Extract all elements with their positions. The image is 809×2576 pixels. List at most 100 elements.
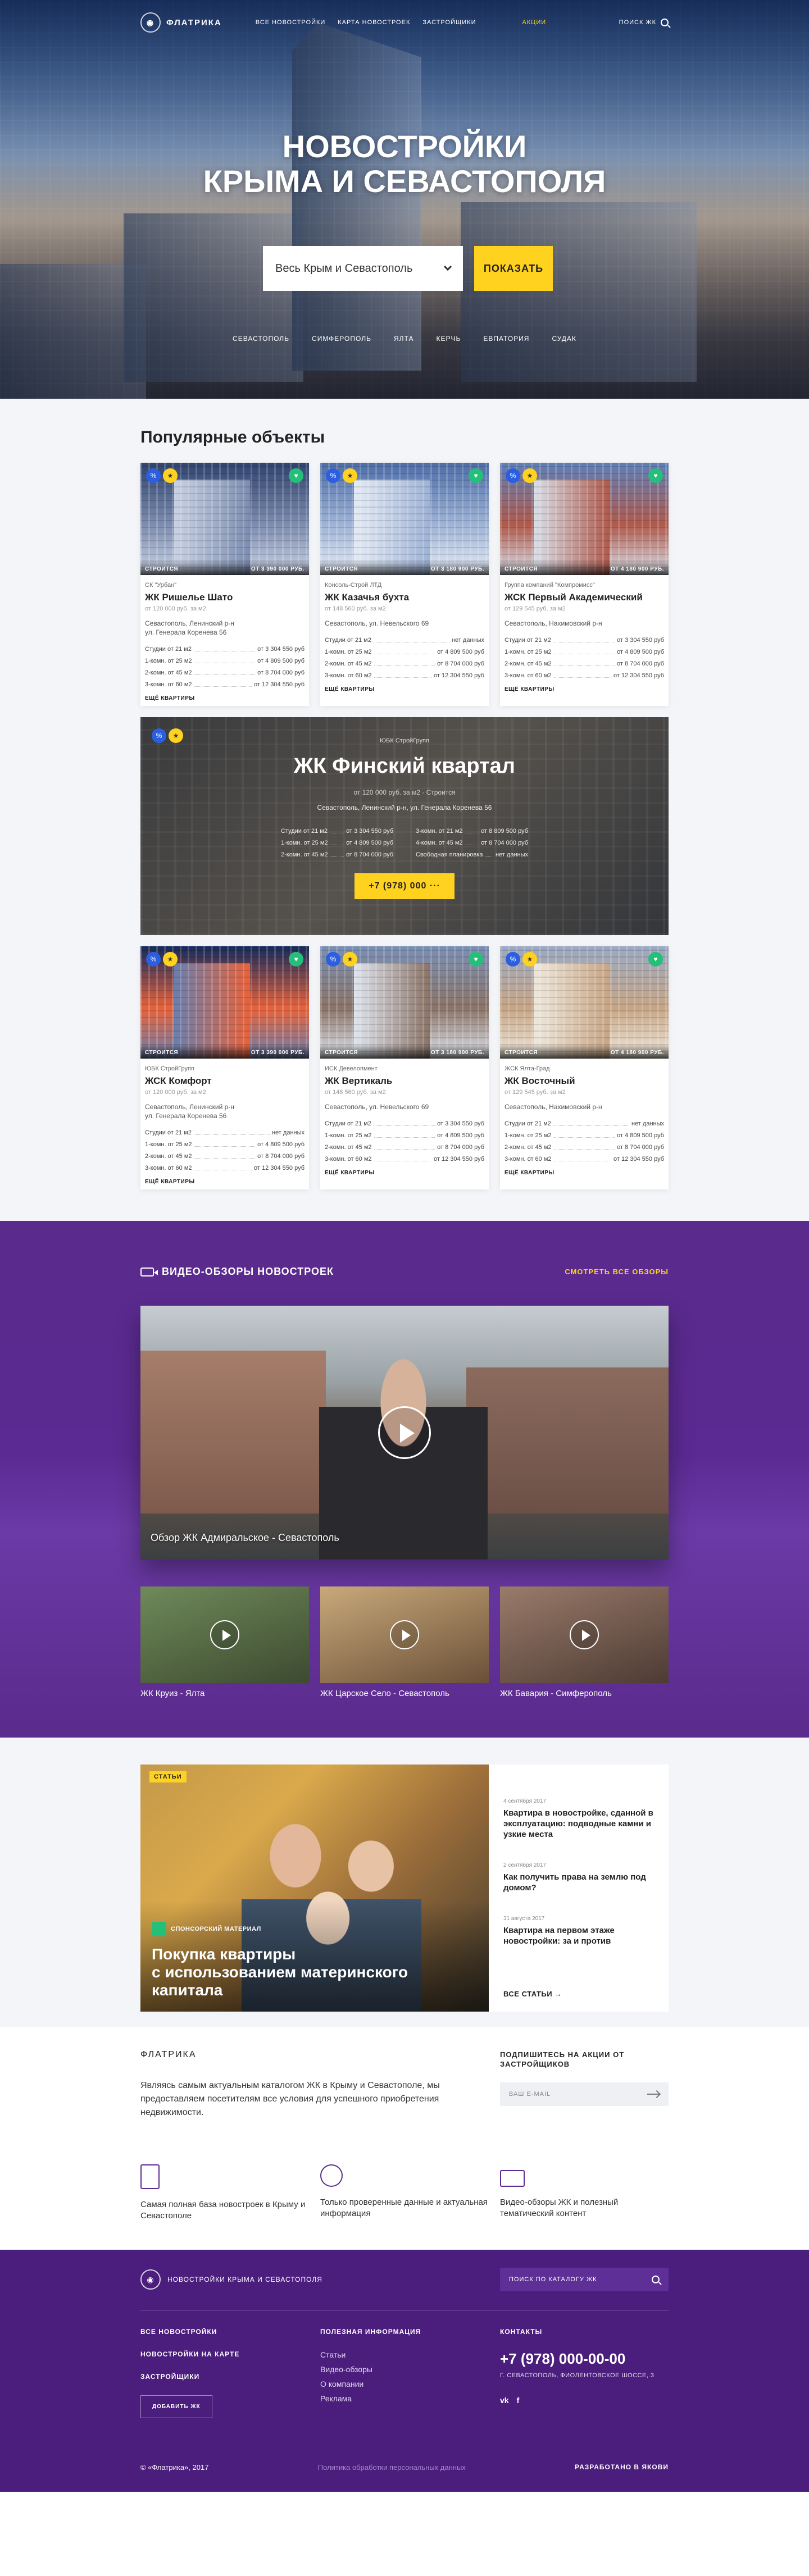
article-title[interactable]: Как получить права на землю под домом?	[503, 1872, 654, 1893]
nav-developers[interactable]: ЗАСТРОЙЩИКИ	[422, 19, 476, 26]
feature-text: Самая полная база новостроек в Крыму и С…	[140, 2200, 306, 2221]
city-link[interactable]: ЯЛТА	[394, 335, 413, 343]
heart-icon[interactable]: ♥	[289, 952, 303, 966]
more-apartments-link[interactable]: ЕЩЁ КВАРТИРЫ	[145, 695, 304, 701]
article-title[interactable]: Квартира в новостройке, сданной в эксплу…	[503, 1808, 654, 1840]
footer-search-input[interactable]: ПОИСК ПО КАТАЛОГУ ЖК	[500, 2268, 669, 2291]
property-image[interactable]: % ★ ♥ СТРОИТСЯ ОТ 3 390 000 РУБ.	[140, 463, 309, 575]
featured-card[interactable]: % ★ ЮБК СтройГрупп ЖК Финский квартал от…	[140, 717, 669, 935]
developer-name[interactable]: Консоль-Строй ЛТД	[325, 582, 484, 589]
heart-icon[interactable]: ♥	[469, 468, 483, 483]
property-card[interactable]: % ★ ♥ СТРОИТСЯ ОТ 3 390 000 РУБ. ЮБК Строй…	[140, 946, 309, 1189]
facebook-icon[interactable]: f	[517, 2396, 520, 2405]
apartment-price: от 8 704 000 руб	[257, 1153, 304, 1160]
city-link[interactable]: СЕВАСТОПОЛЬ	[233, 335, 289, 343]
nav-all-buildings[interactable]: ВСЕ НОВОСТРОЙКИ	[256, 19, 326, 26]
footer-link[interactable]: ЗАСТРОЙЩИКИ	[140, 2373, 309, 2381]
article-item[interactable]: 31 августа 2017 Квартира на первом этаже…	[503, 1916, 654, 1946]
property-image[interactable]: % ★ ♥ СТРОИТСЯ ОТ 4 180 900 РУБ.	[500, 463, 669, 575]
city-link[interactable]: СУДАК	[552, 335, 576, 343]
apartment-type: 2-комн. от 45 м2	[281, 851, 328, 858]
property-name[interactable]: ЖСК Комфорт	[145, 1075, 304, 1087]
property-address: Севастополь, Ленинский р-н ул. Генерала …	[145, 619, 234, 636]
header-search[interactable]: ПОИСК ЖК	[619, 19, 669, 26]
more-apartments-link[interactable]: ЕЩЁ КВАРТИРЫ	[325, 1170, 484, 1176]
more-apartments-link[interactable]: ЕЩЁ КВАРТИРЫ	[505, 686, 664, 692]
video-thumb[interactable]: ЖК Круиз - Ялта	[140, 1586, 309, 1698]
arrow-right-icon[interactable]	[647, 2094, 660, 2095]
star-icon: ★	[343, 952, 357, 966]
show-button[interactable]: ПОКАЗАТЬ	[474, 246, 553, 291]
city-link[interactable]: КЕРЧЬ	[436, 335, 461, 343]
property-card[interactable]: % ★ ♥ СТРОИТСЯ ОТ 3 390 000 РУБ. СК "Урбан…	[140, 463, 309, 706]
all-articles-link[interactable]: ВСЕ СТАТЬИ →	[503, 1990, 654, 1998]
play-icon[interactable]	[378, 1406, 431, 1459]
apartment-price: от 4 809 500 руб	[617, 649, 664, 655]
footer-link[interactable]: О компании	[320, 2379, 489, 2388]
play-icon[interactable]	[390, 1620, 419, 1649]
site-logo[interactable]: ◉ ФЛАТРИКА	[140, 12, 222, 33]
search-icon[interactable]	[652, 2276, 660, 2283]
property-name[interactable]: ЖСК Первый Академический	[505, 592, 664, 603]
footer-link[interactable]: Видео-обзоры	[320, 2365, 489, 2374]
property-card[interactable]: % ★ ♥ СТРОИТСЯ ОТ 4 180 900 РУБ. ЖСК Ялта-…	[500, 946, 669, 1189]
developer-name[interactable]: СК "Урбан"	[145, 582, 304, 589]
heart-icon[interactable]: ♥	[469, 952, 483, 966]
star-icon: ★	[163, 952, 178, 966]
footer-link[interactable]: Реклама	[320, 2394, 489, 2403]
vk-icon[interactable]: vk	[500, 2396, 509, 2405]
privacy-policy-link[interactable]: Политика обработки персональных данных	[318, 2463, 466, 2472]
region-select[interactable]: Весь Крым и Севастополь	[263, 246, 463, 291]
footer-phone[interactable]: +7 (978) 000-00-00	[500, 2350, 669, 2368]
article-item[interactable]: 2 сентября 2017 Как получить права на зе…	[503, 1862, 654, 1893]
property-name[interactable]: ЖК Вертикаль	[325, 1075, 484, 1087]
developer-name[interactable]: ЖСК Ялта-Град	[505, 1065, 664, 1072]
property-image[interactable]: % ★ ♥ СТРОИТСЯ ОТ 3 180 900 РУБ.	[320, 463, 489, 575]
property-card[interactable]: % ★ ♥ СТРОИТСЯ ОТ 3 180 900 РУБ. ИСК Девел…	[320, 946, 489, 1189]
article-title[interactable]: Квартира на первом этаже новостройки: за…	[503, 1925, 654, 1946]
email-field[interactable]: ВАШ E-MAIL	[500, 2082, 669, 2106]
apartment-row: 2-комн. от 45 м2 от 8 704 000 руб	[325, 1142, 484, 1153]
play-icon[interactable]	[210, 1620, 239, 1649]
apartment-price: от 3 304 550 руб	[257, 646, 304, 653]
featured-article[interactable]: СТАТЬИ СПОНСОРСКИЙ МАТЕРИАЛ Покупка квар…	[140, 1765, 489, 2012]
property-name[interactable]: ЖК Ришелье Шато	[145, 592, 304, 603]
phone-button[interactable]: +7 (978) 000 ···	[354, 873, 455, 899]
developer-credit[interactable]: РАЗРАБОТАНО В ЯКОВИ	[575, 2463, 669, 2472]
property-image[interactable]: % ★ ♥ СТРОИТСЯ ОТ 4 180 900 РУБ.	[500, 946, 669, 1059]
developer-name[interactable]: ЮБК СтройГрупп	[145, 1065, 304, 1072]
footer-logo[interactable]: ◉ НОВОСТРОЙКИ КРЫМА И СЕВАСТОПОЛЯ	[140, 2269, 322, 2290]
all-videos-link[interactable]: СМОТРЕТЬ ВСЕ ОБЗОРЫ	[565, 1268, 669, 1276]
heart-icon[interactable]: ♥	[289, 468, 303, 483]
property-image[interactable]: % ★ ♥ СТРОИТСЯ ОТ 3 180 900 РУБ.	[320, 946, 489, 1059]
nav-map[interactable]: КАРТА НОВОСТРОЕК	[338, 19, 410, 26]
city-link[interactable]: СИМФЕРОПОЛЬ	[312, 335, 371, 343]
developer-name[interactable]: ИСК Девелопмент	[325, 1065, 484, 1072]
video-thumb[interactable]: ЖК Царское Село - Севастополь	[320, 1586, 489, 1698]
footer-link[interactable]: ВСЕ НОВОСТРОЙКИ	[140, 2328, 309, 2336]
main-video[interactable]: Обзор ЖК Адмиральское - Севастополь	[140, 1306, 669, 1560]
video-thumb[interactable]: ЖК Бавария - Симферополь	[500, 1586, 669, 1698]
property-name[interactable]: ЖК Восточный	[505, 1075, 664, 1087]
property-card[interactable]: % ★ ♥ СТРОИТСЯ ОТ 4 180 900 РУБ. Группа ко…	[500, 463, 669, 706]
nav-promotions[interactable]: АКЦИИ	[522, 19, 547, 26]
email-placeholder: ВАШ E-MAIL	[509, 2091, 551, 2098]
property-card[interactable]: % ★ ♥ СТРОИТСЯ ОТ 3 180 900 РУБ. Консоль-С…	[320, 463, 489, 706]
apartment-price: от 8 704 000 руб	[617, 1144, 664, 1151]
more-apartments-link[interactable]: ЕЩЁ КВАРТИРЫ	[325, 686, 484, 692]
play-icon[interactable]	[570, 1620, 599, 1649]
featured-apartments: Студии от 21 м2 от 3 304 550 руб 3-комн. о…	[281, 826, 528, 861]
footer-link[interactable]: НОВОСТРОЙКИ НА КАРТЕ	[140, 2350, 309, 2358]
subscribe-title: ПОДПИШИТЕСЬ НА АКЦИИ ОТ ЗАСТРОЙЩИКОВ	[500, 2050, 625, 2068]
property-name[interactable]: ЖК Казачья бухта	[325, 592, 484, 603]
article-item[interactable]: 4 сентября 2017 Квартира в новостройке, …	[503, 1798, 654, 1840]
developer-name[interactable]: Группа компаний "Компромисс"	[505, 582, 664, 589]
add-complex-button[interactable]: ДОБАВИТЬ ЖК	[140, 2395, 212, 2418]
more-apartments-link[interactable]: ЕЩЁ КВАРТИРЫ	[505, 1170, 664, 1176]
heart-icon[interactable]: ♥	[648, 952, 663, 966]
more-apartments-link[interactable]: ЕЩЁ КВАРТИРЫ	[145, 1179, 304, 1185]
property-image[interactable]: % ★ ♥ СТРОИТСЯ ОТ 3 390 000 РУБ.	[140, 946, 309, 1059]
heart-icon[interactable]: ♥	[648, 468, 663, 483]
footer-link[interactable]: Статьи	[320, 2350, 489, 2359]
city-link[interactable]: ЕВПАТОРИЯ	[483, 335, 529, 343]
